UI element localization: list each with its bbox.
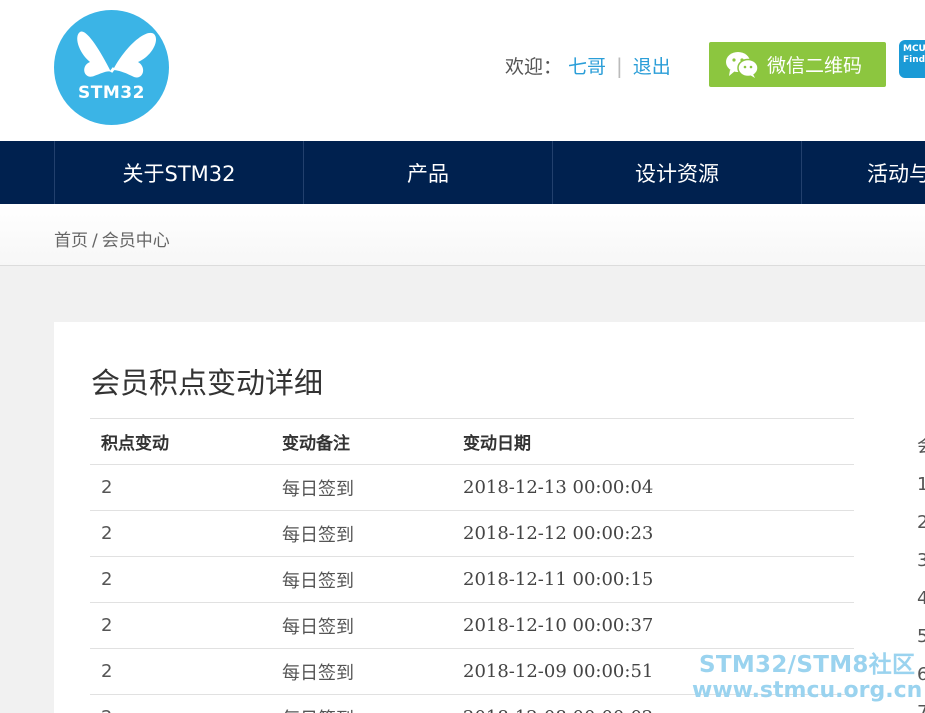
butterfly-icon	[77, 31, 157, 78]
side-column-value: 4	[917, 588, 925, 609]
table-header-row: 积点变动 变动备注 变动日期	[90, 418, 854, 465]
breadcrumb-separator: /	[92, 231, 98, 251]
page-title: 会员积点变动详细	[91, 366, 324, 400]
main-nav: 关于STM32 产品 设计资源 活动与	[0, 141, 925, 204]
username-link[interactable]: 七哥	[568, 52, 606, 79]
welcome-separator: |	[616, 53, 623, 78]
header: STM32 欢迎： 七哥 | 退出 微信二维码 MCU Find	[0, 0, 925, 141]
wechat-button-label: 微信二维码	[767, 55, 863, 77]
cell-note: 每日签到	[271, 556, 452, 603]
cell-change: 2	[90, 602, 271, 649]
stm32-logo[interactable]: STM32	[54, 10, 169, 125]
cell-note: 每日签到	[271, 694, 452, 713]
cell-change: 2	[90, 694, 271, 713]
cell-note: 每日签到	[271, 648, 452, 695]
mcu-finder-badge[interactable]: MCU Find	[899, 40, 925, 78]
cell-note: 每日签到	[271, 602, 452, 649]
nav-item-events[interactable]: 活动与	[801, 141, 925, 204]
cell-change: 2	[90, 510, 271, 557]
breadcrumb-home[interactable]: 首页	[54, 231, 88, 251]
side-column-value: 1	[917, 474, 925, 495]
cell-change: 2	[90, 464, 271, 511]
watermark-line1: STM32/STM8社区	[699, 652, 916, 678]
wechat-icon	[725, 51, 759, 79]
cell-note: 每日签到	[271, 510, 452, 557]
welcome-label: 欢迎：	[505, 56, 563, 78]
table-row: 2 每日签到 2018-12-13 00:00:04	[90, 464, 854, 511]
side-column-value: 2	[917, 512, 925, 533]
side-column-value: 5	[917, 626, 925, 647]
column-header-note: 变动备注	[271, 418, 452, 465]
breadcrumb-bar: 首页 / 会员中心	[0, 204, 925, 266]
breadcrumb-current: 会员中心	[101, 231, 170, 251]
watermark-line2: www.stmcu.org.cn	[692, 678, 923, 703]
cell-date: 2018-12-12 00:00:23	[452, 510, 854, 557]
cell-date: 2018-12-10 00:00:37	[452, 602, 854, 649]
column-header-change: 积点变动	[90, 418, 271, 465]
nav-item-design-resources[interactable]: 设计资源	[552, 141, 801, 204]
welcome-bar: 欢迎： 七哥 | 退出	[505, 52, 671, 79]
page: STM32 欢迎： 七哥 | 退出 微信二维码 MCU Find 关于STM32…	[0, 0, 925, 713]
table-row: 2 每日签到 2018-12-11 00:00:15	[90, 556, 854, 603]
side-column-header: 会	[917, 428, 925, 466]
cell-change: 2	[90, 556, 271, 603]
wechat-qr-button[interactable]: 微信二维码	[709, 42, 886, 87]
cell-date: 2018-12-13 00:00:04	[452, 464, 854, 511]
nav-item-products[interactable]: 产品	[303, 141, 552, 204]
cell-date: 2018-12-11 00:00:15	[452, 556, 854, 603]
breadcrumb: 首页 / 会员中心	[54, 226, 170, 251]
logo-text: STM32	[78, 83, 145, 103]
column-header-date: 变动日期	[452, 418, 854, 465]
logout-link[interactable]: 退出	[633, 52, 671, 79]
nav-item-about[interactable]: 关于STM32	[54, 141, 303, 204]
cell-note: 每日签到	[271, 464, 452, 511]
cell-change: 2	[90, 648, 271, 695]
side-column-value: 3	[917, 550, 925, 571]
site-watermark: STM32/STM8社区 www.stmcu.org.cn	[692, 652, 923, 704]
table-row: 2 每日签到 2018-12-12 00:00:23	[90, 510, 854, 557]
table-row: 2 每日签到 2018-12-10 00:00:37	[90, 602, 854, 649]
